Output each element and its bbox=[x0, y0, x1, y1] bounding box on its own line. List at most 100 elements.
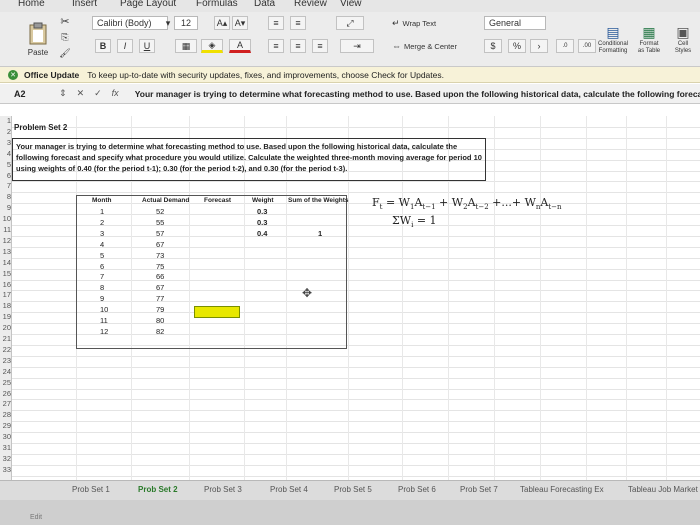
row-header[interactable]: 29 bbox=[0, 421, 12, 430]
demand-cell[interactable]: 67 bbox=[156, 283, 164, 292]
sheet-tab[interactable]: Prob Set 4 bbox=[270, 485, 308, 494]
paste-button[interactable]: Paste bbox=[16, 14, 60, 64]
row-header[interactable]: 3 bbox=[0, 138, 12, 147]
formula-input[interactable]: Your manager is trying to determine what… bbox=[135, 89, 700, 99]
month-cell[interactable]: 3 bbox=[100, 229, 104, 238]
currency-button[interactable]: $ bbox=[484, 39, 502, 53]
font-size-select[interactable]: 12 bbox=[174, 16, 198, 30]
row-header[interactable]: 9 bbox=[0, 203, 12, 212]
demand-cell[interactable]: 52 bbox=[156, 207, 164, 216]
percent-button[interactable]: % bbox=[508, 39, 526, 53]
cell-styles-button[interactable]: ▣ Cell Styles bbox=[668, 16, 698, 62]
row-header[interactable]: 27 bbox=[0, 399, 12, 408]
row-header[interactable]: 32 bbox=[0, 454, 12, 463]
bold-button[interactable]: B bbox=[95, 39, 111, 53]
increase-font-button[interactable]: A▴ bbox=[214, 16, 230, 30]
demand-cell[interactable]: 66 bbox=[156, 272, 164, 281]
row-header[interactable]: 12 bbox=[0, 236, 12, 245]
month-header[interactable]: Month bbox=[92, 197, 112, 204]
row-header[interactable]: 13 bbox=[0, 247, 12, 256]
demand-cell[interactable]: 80 bbox=[156, 316, 164, 325]
align-top-button[interactable]: ≡ bbox=[268, 16, 284, 30]
conditional-formatting-button[interactable]: ▤ Conditional Formatting bbox=[596, 16, 630, 62]
decrease-decimal-button[interactable]: .00 bbox=[578, 39, 596, 53]
demand-cell[interactable]: 55 bbox=[156, 218, 164, 227]
demand-cell[interactable]: 75 bbox=[156, 262, 164, 271]
sheet-tab[interactable]: Prob Set 5 bbox=[334, 485, 372, 494]
font-color-button[interactable]: A bbox=[229, 39, 251, 53]
menu-insert[interactable]: Insert bbox=[72, 0, 97, 9]
weight-cell[interactable]: 0.3 bbox=[257, 218, 267, 227]
sheet-tab[interactable]: Prob Set 3 bbox=[204, 485, 242, 494]
demand-cell[interactable]: 82 bbox=[156, 327, 164, 336]
comma-button[interactable]: › bbox=[530, 39, 548, 53]
underline-button[interactable]: U bbox=[139, 39, 155, 53]
indent-button[interactable]: ⇥ bbox=[340, 39, 374, 53]
menu-review[interactable]: Review bbox=[294, 0, 327, 9]
row-header[interactable]: 17 bbox=[0, 290, 12, 299]
name-box[interactable]: A2 bbox=[0, 89, 47, 99]
month-cell[interactable]: 12 bbox=[100, 327, 108, 336]
row-header[interactable]: 6 bbox=[0, 171, 12, 180]
month-cell[interactable]: 8 bbox=[100, 283, 104, 292]
row-header[interactable]: 10 bbox=[0, 214, 12, 223]
weight-cell[interactable]: 0.4 bbox=[257, 229, 267, 238]
month-cell[interactable]: 10 bbox=[100, 305, 108, 314]
sum-weights-cell[interactable]: 1 bbox=[318, 229, 322, 238]
month-cell[interactable]: 5 bbox=[100, 251, 104, 260]
row-header[interactable]: 18 bbox=[0, 301, 12, 310]
row-header[interactable]: 31 bbox=[0, 443, 12, 452]
row-header[interactable]: 22 bbox=[0, 345, 12, 354]
month-cell[interactable]: 4 bbox=[100, 240, 104, 249]
row-header[interactable]: 14 bbox=[0, 258, 12, 267]
row-header[interactable]: 7 bbox=[0, 181, 12, 190]
weight-cell[interactable]: 0.3 bbox=[257, 207, 267, 216]
menu-formulas[interactable]: Formulas bbox=[196, 0, 238, 9]
row-header[interactable]: 16 bbox=[0, 280, 12, 289]
format-painter-icon[interactable]: 🖌 bbox=[58, 47, 72, 59]
row-header[interactable]: 33 bbox=[0, 465, 12, 474]
selected-cell-forecast[interactable] bbox=[194, 306, 240, 318]
sheet-tab[interactable]: Prob Set 7 bbox=[460, 485, 498, 494]
sheet-tab[interactable]: Tableau Job Market bbox=[628, 485, 698, 494]
menu-data[interactable]: Data bbox=[254, 0, 275, 9]
row-header[interactable]: 8 bbox=[0, 192, 12, 201]
align-middle-button[interactable]: ≡ bbox=[290, 16, 306, 30]
merge-center-button[interactable]: ⇔ Merge & Center bbox=[392, 39, 470, 53]
demand-cell[interactable]: 79 bbox=[156, 305, 164, 314]
row-header[interactable]: 5 bbox=[0, 160, 12, 169]
month-cell[interactable]: 11 bbox=[100, 316, 108, 325]
sheet-tab[interactable]: Prob Set 1 bbox=[72, 485, 110, 494]
menu-view[interactable]: View bbox=[340, 0, 362, 9]
demand-header[interactable]: Actual Demand bbox=[142, 197, 189, 204]
row-header[interactable]: 11 bbox=[0, 225, 12, 234]
row-header[interactable]: 21 bbox=[0, 334, 12, 343]
borders-button[interactable]: ▦ bbox=[175, 39, 197, 53]
weight-header[interactable]: Weight bbox=[252, 197, 274, 204]
month-cell[interactable]: 1 bbox=[100, 207, 104, 216]
month-cell[interactable]: 2 bbox=[100, 218, 104, 227]
row-header[interactable]: 2 bbox=[0, 127, 12, 136]
font-name-select[interactable]: Calibri (Body) bbox=[92, 16, 168, 30]
demand-cell[interactable]: 77 bbox=[156, 294, 164, 303]
sheet-tab[interactable]: Tableau Forecasting Ex bbox=[520, 485, 604, 494]
row-header[interactable]: 19 bbox=[0, 312, 12, 321]
copy-icon[interactable]: ⎘ bbox=[58, 31, 72, 43]
sum-weights-header[interactable]: Sum of the Weights bbox=[288, 197, 349, 204]
wrap-text-button[interactable]: ↵ Wrap Text bbox=[392, 16, 462, 30]
menu-home[interactable]: Home bbox=[18, 0, 45, 9]
row-header[interactable]: 23 bbox=[0, 356, 12, 365]
month-cell[interactable]: 6 bbox=[100, 262, 104, 271]
menu-page-layout[interactable]: Page Layout bbox=[120, 0, 176, 9]
problem-title-cell[interactable]: Problem Set 2 bbox=[14, 123, 67, 132]
increase-decimal-button[interactable]: .0 bbox=[556, 39, 574, 53]
cut-icon[interactable]: ✂ bbox=[58, 15, 72, 28]
italic-button[interactable]: I bbox=[117, 39, 133, 53]
fill-color-button[interactable]: ◈ bbox=[201, 39, 223, 53]
forecast-header[interactable]: Forecast bbox=[204, 197, 231, 204]
chevron-down-icon[interactable]: ▾ bbox=[164, 16, 172, 30]
decrease-font-button[interactable]: A▾ bbox=[232, 16, 248, 30]
number-format-select[interactable]: General bbox=[484, 16, 546, 30]
month-cell[interactable]: 9 bbox=[100, 294, 104, 303]
check-icon[interactable]: ✓ bbox=[94, 88, 102, 99]
